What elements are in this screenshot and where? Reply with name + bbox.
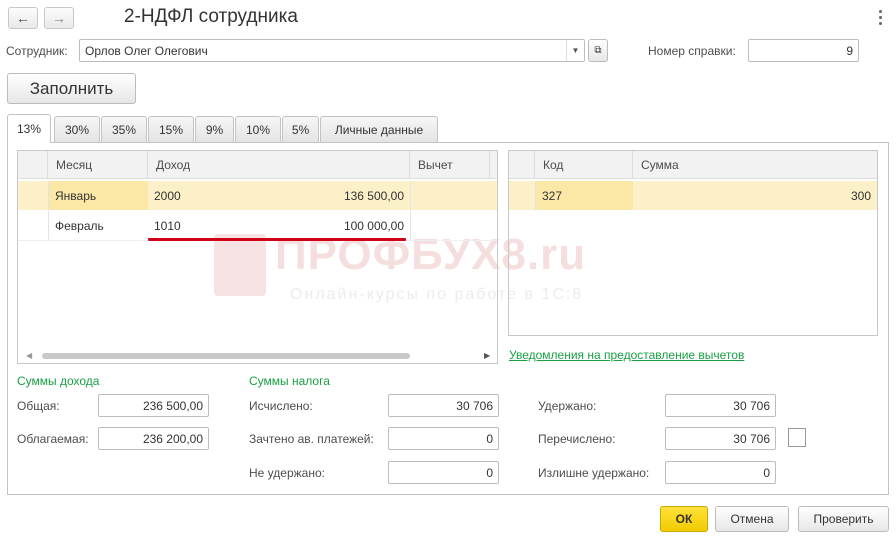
excess-withheld-value: 0 xyxy=(763,465,770,480)
total-income-field[interactable]: 236 500,00 xyxy=(98,394,209,417)
notifications-link[interactable]: Уведомления на предоставление вычетов xyxy=(509,348,744,362)
red-underline-annotation xyxy=(148,238,406,241)
total-income-value: 236 500,00 xyxy=(142,398,203,413)
income-amount-cell[interactable]: 100 000,00 xyxy=(224,211,410,240)
transferred-field[interactable]: 30 706 xyxy=(665,427,776,450)
calculated-tax-label: Исчислено: xyxy=(249,399,313,413)
deduction-cell[interactable] xyxy=(410,211,490,240)
withheld-label: Удержано: xyxy=(538,399,597,413)
column-header-month[interactable]: Месяц xyxy=(48,151,148,179)
income-amount-cell[interactable]: 136 500,00 xyxy=(224,181,410,210)
employee-dropdown-button[interactable]: ▼ xyxy=(566,40,584,61)
check-button[interactable]: Проверить xyxy=(798,506,889,532)
month-cell[interactable]: Февраль xyxy=(48,211,148,240)
more-menu-button[interactable] xyxy=(873,6,887,26)
excess-withheld-label: Излишне удержано: xyxy=(538,466,650,480)
vertical-dots-icon xyxy=(878,9,882,13)
certificate-number-field[interactable]: 9 xyxy=(748,39,859,62)
tab-5[interactable]: 5% xyxy=(282,116,319,143)
column-header-sum[interactable]: Сумма xyxy=(633,151,877,179)
not-withheld-label: Не удержано: xyxy=(249,466,325,480)
window-title: 2-НДФЛ сотрудника xyxy=(124,6,298,27)
table-row[interactable]: Февраль 1010 100 000,00 xyxy=(18,211,497,241)
income-code-cell[interactable]: 1010 xyxy=(148,211,224,240)
not-withheld-value: 0 xyxy=(486,465,493,480)
certificate-number-label: Номер справки: xyxy=(648,44,736,58)
deduction-table[interactable]: Код Сумма 327 300 xyxy=(508,150,878,336)
row-marker-header xyxy=(509,151,535,179)
tab-35[interactable]: 35% xyxy=(101,116,147,143)
income-code-cell[interactable]: 2000 xyxy=(148,181,224,210)
excess-withheld-field[interactable]: 0 xyxy=(665,461,776,484)
arrow-left-icon: ← xyxy=(16,10,30,26)
deduction-table-header: Код Сумма xyxy=(509,151,877,179)
calculated-tax-value: 30 706 xyxy=(456,398,493,413)
withheld-field[interactable]: 30 706 xyxy=(665,394,776,417)
advance-payments-field[interactable]: 0 xyxy=(388,427,499,450)
employee-field[interactable]: Орлов Олег Олегович xyxy=(79,39,585,62)
tab-13[interactable]: 13% xyxy=(7,114,51,143)
tab-10[interactable]: 10% xyxy=(235,116,281,143)
employee-open-button[interactable]: ⧉ xyxy=(588,39,608,62)
arrow-right-icon: → xyxy=(52,10,66,26)
taxable-income-label: Облагаемая: xyxy=(17,432,89,446)
table-row[interactable]: Январь 2000 136 500,00 xyxy=(18,181,497,210)
tab-30[interactable]: 30% xyxy=(54,116,100,143)
taxable-income-field[interactable]: 236 200,00 xyxy=(98,427,209,450)
income-totals-title: Суммы дохода xyxy=(17,374,100,388)
cancel-button[interactable]: Отмена xyxy=(715,506,789,532)
advance-payments-label: Зачтено ав. платежей: xyxy=(249,432,374,446)
column-header-code[interactable]: Код xyxy=(535,151,633,179)
tab-personal-data[interactable]: Личные данные xyxy=(320,116,438,143)
deduction-code-cell[interactable]: 327 xyxy=(535,181,633,210)
deduction-cell[interactable] xyxy=(410,181,490,210)
total-income-label: Общая: xyxy=(17,399,60,413)
transferred-checkbox[interactable] xyxy=(788,428,806,447)
fill-button[interactable]: Заполнить xyxy=(7,73,136,104)
withheld-value: 30 706 xyxy=(733,398,770,413)
back-button[interactable]: ← xyxy=(8,7,38,29)
ok-button[interactable]: ОК xyxy=(660,506,708,532)
horizontal-scrollbar-thumb[interactable] xyxy=(42,353,410,359)
tab-9[interactable]: 9% xyxy=(195,116,234,143)
tab-15[interactable]: 15% xyxy=(148,116,194,143)
transferred-label: Перечислено: xyxy=(538,432,616,446)
deduction-sum-cell[interactable]: 300 xyxy=(633,181,877,210)
employee-label: Сотрудник: xyxy=(6,44,68,58)
row-marker-header xyxy=(18,151,48,179)
income-table[interactable]: Месяц Доход Вычет Январь 2000 136 500,00… xyxy=(17,150,498,364)
forward-button[interactable]: → xyxy=(44,7,74,29)
scroll-left-arrow[interactable]: ◀ xyxy=(26,351,32,360)
employee-value: Орлов Олег Олегович xyxy=(85,43,208,58)
triangle-down-icon: ▼ xyxy=(571,46,580,55)
certificate-number-value: 9 xyxy=(846,43,853,58)
not-withheld-field[interactable]: 0 xyxy=(388,461,499,484)
table-row[interactable]: 327 300 xyxy=(509,181,877,210)
tax-totals-title: Суммы налога xyxy=(249,374,330,388)
transferred-value: 30 706 xyxy=(733,431,770,446)
taxable-income-value: 236 200,00 xyxy=(142,431,203,446)
month-cell[interactable]: Январь xyxy=(48,181,148,210)
scroll-right-arrow[interactable]: ▶ xyxy=(484,351,490,360)
open-form-icon: ⧉ xyxy=(594,45,602,56)
column-header-income[interactable]: Доход xyxy=(148,151,410,179)
income-table-header: Месяц Доход Вычет xyxy=(18,151,497,179)
advance-payments-value: 0 xyxy=(486,431,493,446)
column-header-deduction[interactable]: Вычет xyxy=(410,151,490,179)
calculated-tax-field[interactable]: 30 706 xyxy=(388,394,499,417)
